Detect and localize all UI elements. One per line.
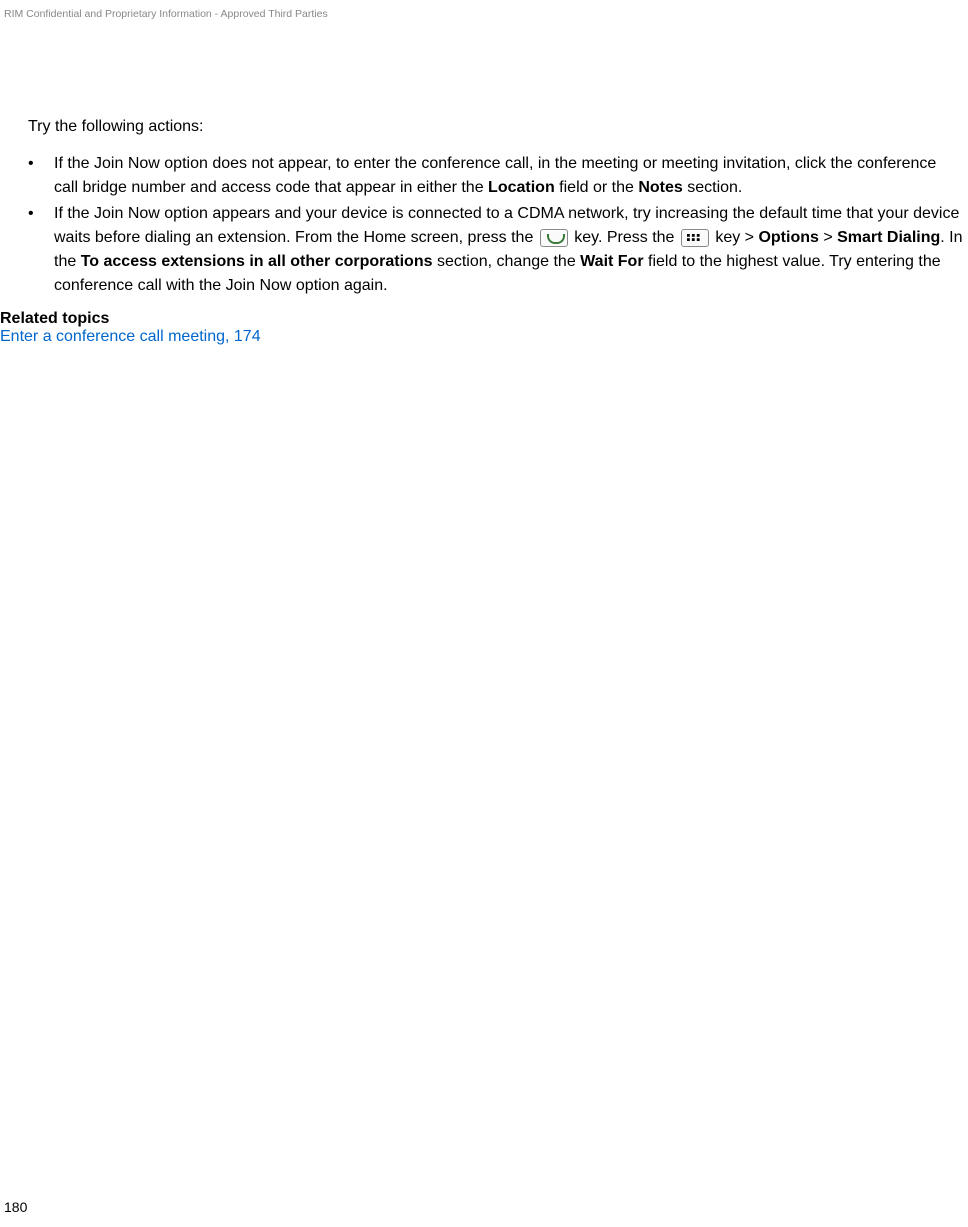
confidential-header: RIM Confidential and Proprietary Informa… [0, 0, 968, 20]
bullet-text: If the Join Now option does not appear, … [54, 152, 964, 200]
related-link[interactable]: Enter a conference call meeting, 174 [0, 328, 261, 345]
page-number: 180 [4, 1199, 27, 1215]
bullet-list: • If the Join Now option does not appear… [28, 152, 964, 298]
main-content: Try the following actions: • If the Join… [0, 20, 968, 346]
intro-text: Try the following actions: [28, 118, 964, 136]
related-topics: Related topics Enter a conference call m… [0, 310, 964, 346]
bullet-text: If the Join Now option appears and your … [54, 202, 964, 298]
menu-key-icon [681, 229, 709, 247]
send-key-icon [540, 229, 568, 247]
bullet-marker: • [28, 202, 54, 298]
related-heading: Related topics [0, 310, 964, 328]
bullet-marker: • [28, 152, 54, 200]
list-item: • If the Join Now option appears and you… [28, 202, 964, 298]
list-item: • If the Join Now option does not appear… [28, 152, 964, 200]
